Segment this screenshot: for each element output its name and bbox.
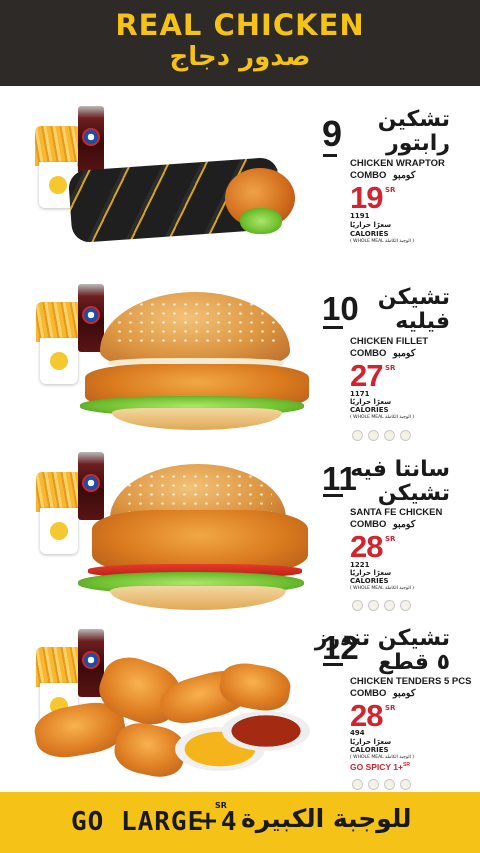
allergen-milk-icon	[368, 600, 379, 611]
fries-box-icon	[40, 508, 78, 554]
menu-item-santa-fe-chicken[interactable]: 11 سانتا فيه تشيكن SANTA FE CHICKEN COMB…	[0, 452, 480, 622]
allergen-milk-icon	[368, 779, 379, 790]
calories-value: 494	[350, 729, 365, 737]
drink-cup-icon	[78, 106, 104, 174]
go-spicy-currency: SR	[403, 762, 410, 769]
allergen-mustard-icon	[400, 430, 411, 441]
item-price: 28	[350, 529, 383, 564]
whole-meal-note: ( WHOLE MEAL الوجبة الكاملة )	[350, 586, 415, 591]
whole-meal-note: ( WHOLE MEAL الوجبة الكاملة )	[350, 415, 415, 420]
calories-value: 1221	[350, 561, 370, 569]
go-large-banner[interactable]: GO LARGE 4 + SR للوجبة الكبيرة	[0, 792, 480, 853]
allergen-mustard-icon	[400, 600, 411, 611]
whole-meal-note: ( WHOLE MEAL الوجبة الكاملة )	[350, 239, 415, 244]
bbq-dip-icon	[222, 711, 310, 751]
calories-value: 1171	[350, 390, 370, 398]
allergen-icons	[352, 426, 416, 441]
go-large-plus: +	[197, 806, 219, 836]
calories-value: 1191	[350, 212, 370, 220]
menu-item-chicken-fillet[interactable]: 10 تشيكن فيليه CHICKEN FILLET COMBO كومب…	[0, 280, 480, 441]
page-title: REAL CHICKEN	[115, 8, 365, 42]
fries-box-icon	[40, 338, 78, 384]
item-name-english: CHICKEN WRAPTOR	[350, 158, 445, 169]
combo-label-ar: كومبو	[393, 348, 416, 359]
calories-label-en: CALORIES	[350, 746, 389, 754]
allergen-wheat-icon	[384, 779, 395, 790]
go-spicy-text: GO SPICY 1+	[350, 762, 403, 772]
burger-bun-bottom-icon	[110, 586, 286, 610]
item-number: 10	[322, 290, 359, 327]
item-price: 27	[350, 358, 383, 393]
calories-label-en: CALORIES	[350, 230, 389, 238]
allergen-icons	[352, 596, 416, 611]
lettuce-icon	[240, 208, 282, 234]
fries-icon	[35, 126, 81, 166]
item-price: 19	[350, 180, 383, 215]
menu-item-wraptor[interactable]: 9 تشكين رابتور CHICKEN WRAPTOR COMBO كوم…	[0, 100, 480, 260]
whole-meal-note: ( WHOLE MEAL الوجبة الكاملة )	[350, 755, 415, 760]
item-name-english: CHICKEN FILLET	[350, 336, 429, 347]
item-name-arabic-line1: تشكين	[377, 107, 450, 132]
burger-bun-top-icon	[100, 292, 290, 366]
price-currency: SR	[385, 704, 396, 712]
page-header: REAL CHICKEN صدور دجاج	[0, 0, 480, 86]
item-name-arabic-line2: تشيكن	[377, 481, 450, 506]
santa-fe-combo-photo	[30, 452, 320, 617]
number-underline	[323, 663, 343, 666]
allergen-milk-icon	[368, 430, 379, 441]
item-name-arabic-line2: ٥ قطع	[378, 650, 450, 675]
fillet-combo-photo	[30, 280, 320, 440]
calories-label-en: CALORIES	[350, 577, 389, 585]
combo-label-ar: كومبو	[393, 170, 416, 181]
number-underline	[323, 494, 343, 497]
price-currency: SR	[385, 364, 396, 372]
wraptor-combo-photo	[30, 100, 320, 255]
allergen-egg-icon	[352, 600, 363, 611]
item-name-english: CHICKEN TENDERS 5 PCS	[350, 676, 472, 687]
fries-icon	[36, 647, 82, 687]
allergen-wheat-icon	[384, 600, 395, 611]
item-name-arabic-line1: تشيكن تندرز	[314, 626, 450, 651]
item-name-english: SANTA FE CHICKEN	[350, 507, 443, 518]
calories-label-en: CALORIES	[350, 406, 389, 414]
item-name-arabic-line1: سانتا فيه	[350, 457, 450, 482]
calories-label-ar: سعرًا حراريًا	[350, 221, 392, 229]
allergen-wheat-icon	[384, 430, 395, 441]
item-name-arabic-line2: رابتور	[386, 131, 450, 156]
go-spicy-upsell: GO SPICY 1+SR	[350, 762, 410, 772]
item-name-arabic-line1: تشيكن	[377, 285, 450, 310]
combo-label-ar: كومبو	[393, 519, 416, 530]
menu-item-chicken-tenders[interactable]: 12 تشيكن تندرز ٥ قطع CHICKEN TENDERS 5 P…	[0, 625, 480, 790]
page-title-arabic: صدور دجاج	[169, 42, 311, 72]
calories-label-ar: سعرًا حراريًا	[350, 738, 392, 746]
combo-label-ar: كومبو	[393, 688, 416, 699]
drink-cup-icon	[78, 452, 104, 520]
tenders-combo-photo	[30, 625, 320, 785]
item-price: 28	[350, 698, 383, 733]
number-underline	[323, 326, 343, 329]
item-number: 9	[322, 113, 343, 154]
allergen-mustard-icon	[400, 779, 411, 790]
go-large-text-arabic: للوجبة الكبيرة	[241, 804, 412, 833]
number-underline	[323, 154, 337, 157]
price-currency: SR	[385, 535, 396, 543]
calories-label-ar: سعرًا حراريًا	[350, 569, 392, 577]
price-currency: SR	[385, 186, 396, 194]
calories-label-ar: سعرًا حراريًا	[350, 398, 392, 406]
allergen-icons	[352, 775, 416, 790]
fries-icon	[36, 472, 82, 512]
go-large-currency: SR	[215, 801, 227, 810]
fries-icon	[36, 302, 82, 342]
allergen-egg-icon	[352, 779, 363, 790]
item-name-arabic-line2: فيليه	[395, 309, 450, 334]
allergen-egg-icon	[352, 430, 363, 441]
burger-bun-bottom-icon	[112, 408, 282, 430]
